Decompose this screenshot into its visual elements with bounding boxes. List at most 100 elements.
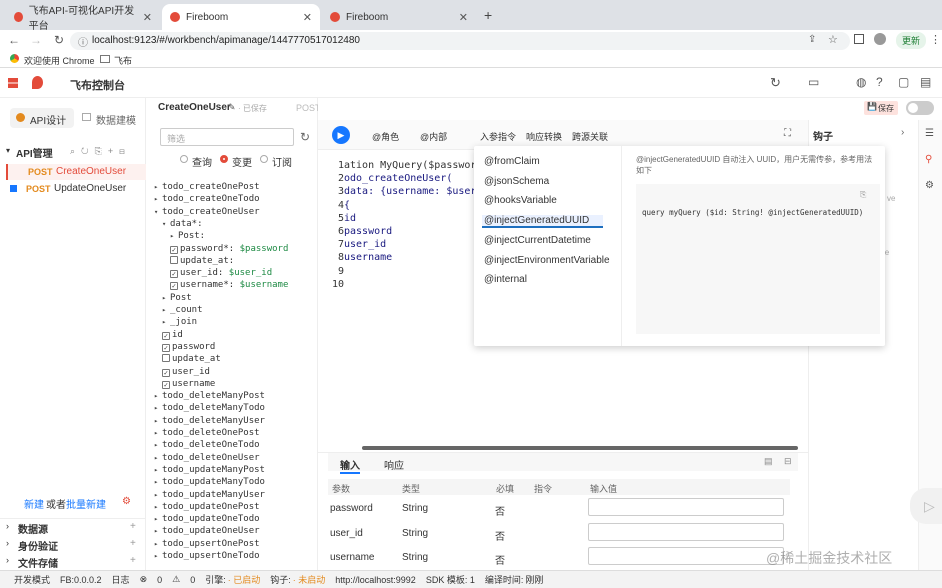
tree-item[interactable]: username*: $username [170, 280, 288, 292]
tree-item[interactable]: ▸ todo_updateOnePost [154, 502, 260, 514]
caret-icon[interactable]: ▸ [154, 454, 162, 462]
close-icon[interactable]: ✕ [303, 11, 312, 24]
caret-icon[interactable]: ▸ [154, 491, 162, 499]
tree-item[interactable]: ▸ todo_updateOneTodo [154, 514, 260, 526]
caret-icon[interactable]: ▸ [154, 466, 162, 474]
bookmark-item[interactable]: 飞布 [114, 54, 132, 67]
directive-item[interactable]: @injectGeneratedUUID [482, 215, 604, 229]
internal-button[interactable]: @内部 [420, 130, 447, 143]
close-icon[interactable]: ✕ [143, 11, 152, 24]
tree-item[interactable]: ▸ todo_deleteOnePost [154, 428, 260, 440]
caret-icon[interactable]: ▸ [170, 232, 178, 240]
caret-icon[interactable]: ▸ [154, 417, 162, 425]
caret-icon[interactable]: ▸ [154, 503, 162, 511]
caret-right-icon[interactable]: › [6, 538, 9, 548]
add-icon[interactable]: + [130, 555, 136, 566]
directive-button[interactable]: 入参指令 [480, 130, 516, 143]
caret-icon[interactable]: ▸ [154, 527, 162, 535]
checkbox[interactable] [162, 368, 170, 377]
checkbox[interactable] [162, 354, 170, 363]
tree-item[interactable]: ▸ todo_updateManyUser [154, 490, 265, 502]
checkbox[interactable] [170, 282, 178, 291]
list-icon[interactable]: ☰ [925, 128, 934, 139]
browser-tab[interactable]: 飞布API-可视化API开发平台 ✕ [6, 4, 160, 32]
refresh-icon[interactable]: ↻ [300, 130, 310, 144]
sdk-template[interactable]: SDK 模板: 1 [426, 573, 475, 586]
tree-item[interactable]: ▸ todo_updateManyTodo [154, 477, 265, 489]
tree-item[interactable]: ▸ todo_createOneTodo [154, 194, 260, 206]
tree-item[interactable]: ▸ todo_deleteManyPost [154, 391, 265, 403]
checkbox[interactable] [170, 270, 178, 279]
error-count[interactable]: 0 [157, 575, 162, 585]
caret-icon[interactable]: ▸ [154, 515, 162, 523]
tree-item[interactable]: ▸ todo_createOnePost [154, 182, 260, 194]
tree-item[interactable]: ▾ data*: [162, 219, 203, 231]
section-datasource[interactable]: 数据源 [18, 521, 48, 536]
caret-icon[interactable]: ▸ [154, 478, 162, 486]
filter-input[interactable]: 筛选 [160, 128, 294, 146]
help-icon[interactable]: ? [876, 75, 883, 89]
star-icon[interactable]: ☆ [828, 33, 838, 46]
directive-item[interactable]: @injectEnvironmentVariable [484, 255, 610, 266]
share-icon[interactable]: ⇪ [808, 34, 816, 45]
chat-icon[interactable]: ▢ [898, 75, 909, 89]
copy-icon[interactable]: ⎘ [860, 190, 866, 200]
settings-icon[interactable]: ⚙ [925, 180, 934, 191]
tree-item[interactable]: ▸ _join [162, 317, 197, 329]
directive-item[interactable]: @jsonSchema [484, 176, 549, 187]
caret-icon[interactable]: ▾ [162, 220, 170, 228]
collapse-icon[interactable]: ⊟ [784, 456, 792, 467]
tree-item[interactable]: update_at: [170, 255, 234, 268]
tree-item[interactable]: user_id: $user_id [170, 268, 272, 280]
checkbox[interactable] [170, 255, 178, 264]
section-auth[interactable]: 身份验证 [18, 538, 58, 553]
url-field[interactable]: ⓘ localhost:9123/#/workbench/apimanage/1… [70, 32, 850, 50]
new-api-link[interactable]: 新建 [24, 496, 44, 511]
caret-icon[interactable]: ▸ [162, 306, 170, 314]
checkbox[interactable] [170, 245, 178, 254]
log-button[interactable]: 日志 [112, 573, 130, 586]
caret-icon[interactable]: ▸ [154, 183, 162, 191]
tree-item[interactable]: ▸ Post: [170, 231, 205, 243]
caret-icon[interactable]: ▸ [154, 404, 162, 412]
caret-down-icon[interactable]: ▾ [6, 146, 10, 155]
tree-item[interactable]: ▸ todo_updateOneUser [154, 526, 260, 538]
float-play-button[interactable]: ▷ [910, 488, 942, 524]
checkbox[interactable] [162, 380, 170, 389]
tab-response[interactable]: 响应 [384, 457, 404, 472]
tree-item[interactable]: ▸ _count [162, 305, 203, 317]
notification-icon[interactable]: ▤ [920, 75, 931, 89]
expand-icon[interactable]: ⛶ [784, 128, 791, 139]
caret-icon[interactable]: ▸ [162, 294, 170, 302]
batch-new-link[interactable]: 批量新建 [66, 496, 106, 511]
browser-tab[interactable]: Fireboom ✕ [322, 4, 476, 30]
radio-mutation[interactable] [220, 155, 228, 163]
tree-item[interactable]: ▸ todo_upsertOnePost [154, 539, 260, 551]
edit-icon[interactable]: ✎ [228, 102, 236, 113]
param-value-input[interactable] [588, 498, 784, 516]
info-icon[interactable]: ⓘ [78, 34, 88, 49]
caret-icon[interactable]: ▾ [154, 208, 162, 216]
checkbox[interactable] [162, 331, 170, 340]
radio-query[interactable] [180, 155, 188, 163]
browser-tab-active[interactable]: Fireboom ✕ [162, 4, 320, 30]
tree-item[interactable]: ▸ todo_deleteManyUser [154, 416, 265, 428]
back-icon[interactable]: ← [8, 33, 20, 47]
tree-item[interactable]: ▸ todo_deleteOneUser [154, 453, 260, 465]
add-icon[interactable]: + [130, 521, 136, 532]
update-button[interactable]: 更新 [896, 32, 927, 49]
api-item-createoneuser[interactable]: POST CreateOneUser [6, 164, 146, 180]
caret-icon[interactable]: ▸ [154, 392, 162, 400]
code-editor[interactable]: 1 ation MyQuery($password: S 2 odo_createOn… [318, 160, 501, 420]
tree-item[interactable]: ▾ todo_createOneUser [154, 207, 260, 219]
caret-icon[interactable]: ▸ [154, 195, 162, 203]
warning-count[interactable]: 0 [190, 575, 195, 585]
caret-icon[interactable]: ▸ [154, 441, 162, 449]
bookmark-item[interactable]: 欢迎使用 Chrome [24, 54, 95, 67]
tree-item[interactable]: user_id [162, 367, 210, 379]
toggle-switch[interactable] [906, 101, 934, 115]
forward-icon[interactable]: → [30, 33, 42, 47]
param-value-input[interactable] [588, 547, 784, 565]
cross-origin-button[interactable]: 跨源关联 [572, 130, 608, 143]
api-item-updateoneuser[interactable]: POST UpdateOneUser [6, 181, 146, 197]
